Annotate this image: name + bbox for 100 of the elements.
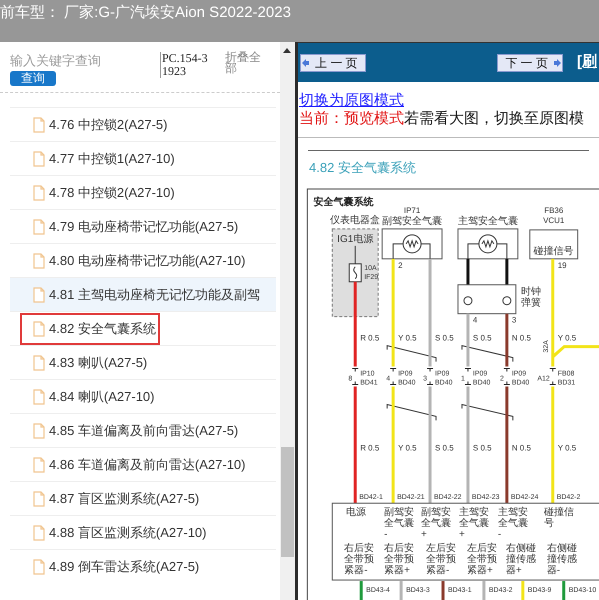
next-page-button[interactable]: 下 一 页 xyxy=(497,54,563,72)
resistor-icon xyxy=(392,234,431,260)
pin-function-label: 右侧碰撞传感器+ xyxy=(506,543,536,576)
wire-label: S 0.5 xyxy=(435,334,454,343)
document-icon xyxy=(33,354,45,370)
signal-label: 碰撞信号 xyxy=(534,246,574,257)
pin-function-label: 右后安全带预紧器+ xyxy=(384,543,414,576)
pin-function-label: 电源 xyxy=(346,507,366,518)
pin-function-label: 右后安全带预紧器- xyxy=(344,543,374,576)
resistor-icon xyxy=(467,234,508,260)
pin-number: 2 xyxy=(398,260,403,270)
module-code: FB36 xyxy=(544,206,564,215)
document-icon xyxy=(33,524,45,540)
tree-item-label: 4.76 中控锁2(A27-5) xyxy=(49,116,168,134)
pin-number: 4 xyxy=(472,316,478,325)
tree-item[interactable]: 4.79 电动座椅带记忆功能(A27-5) xyxy=(10,209,276,243)
tree-item-label: 4.88 盲区监测系统(A27-10) xyxy=(49,524,206,542)
tree-item-label: 4.84 喇叭(A27-10) xyxy=(49,388,154,406)
document-icon xyxy=(33,320,45,336)
collapse-all-button[interactable]: 折叠全部 xyxy=(225,52,265,74)
scroll-up-icon[interactable] xyxy=(283,48,291,53)
current-model-title: 前车型： 厂家:G-广汽埃安Aion S2022-2023 xyxy=(0,3,291,23)
document-icon xyxy=(33,150,45,166)
wire-label: Y 0.5 xyxy=(398,443,417,452)
twisted-pair-mark xyxy=(461,344,514,362)
document-icon xyxy=(33,456,45,472)
tree-item[interactable]: 4.83 喇叭(A27-5) xyxy=(10,345,276,379)
tree-item-label: 4.81 主驾电动座椅无记忆功能及副驾 xyxy=(49,286,260,304)
wire-label: S 0.5 xyxy=(472,443,492,452)
pin-function-label: 副驾安全气囊- xyxy=(384,507,414,540)
wire-label: R 0.5 xyxy=(360,334,380,343)
tree-item-label: 4.86 车道偏离及前向雷达(A27-10) xyxy=(49,456,246,474)
fuse-icon xyxy=(348,245,362,282)
wire-label: S 0.5 xyxy=(472,334,492,343)
tree-item-label: 4.79 电动座椅带记忆功能(A27-5) xyxy=(49,218,238,236)
twisted-pair-mark xyxy=(386,404,437,421)
pin-function-label: 碰撞信号 xyxy=(544,507,574,530)
mode-hint: 若需看大图，切换至原图模 xyxy=(404,110,584,128)
tree-item[interactable]: 4.76 中控锁2(A27-5) xyxy=(10,107,276,141)
pin-number: 19 xyxy=(558,260,567,270)
document-icon xyxy=(33,490,45,506)
wire-label: N 0.5 xyxy=(512,443,531,452)
ecu-module-box xyxy=(529,229,578,260)
refresh-link[interactable]: [刷 xyxy=(577,51,597,74)
document-icon xyxy=(33,422,45,438)
module-code: VCU1 xyxy=(543,216,564,225)
tree-item[interactable]: 4.86 车道偏离及前向雷达(A27-10) xyxy=(10,447,276,481)
module-label: 时钟弹簧 xyxy=(520,286,541,309)
tree-item-label: 4.83 喇叭(A27-5) xyxy=(49,354,148,372)
mode-status: 当前：预览模式 xyxy=(299,110,404,128)
tree-item[interactable]: 4.81 主驾电动座椅无记忆功能及副驾 xyxy=(10,277,276,311)
tree-item-label: 4.78 中控锁2(A27-10) xyxy=(49,184,175,202)
tree-item-label: 4.87 盲区监测系统(A27-5) xyxy=(49,490,200,508)
tree-item-label: 4.82 安全气囊系统 xyxy=(49,320,156,338)
connector-icon xyxy=(503,368,510,386)
previous-page-button[interactable]: 上 一 页 xyxy=(300,54,366,72)
pin-function-label: 右侧碰撞传感器- xyxy=(546,543,577,576)
scrollbar-thumb[interactable] xyxy=(281,447,294,557)
tree-item[interactable]: 4.77 中控锁1(A27-10) xyxy=(10,141,276,175)
arrow-left-icon xyxy=(302,58,309,66)
wire-label: Y 0.5 xyxy=(558,443,576,452)
version-code: PC.154-31923 xyxy=(160,52,212,78)
tree-item[interactable]: 4.84 喇叭(A27-10) xyxy=(10,379,276,413)
pin-function-label: 主驾安全气囊+ xyxy=(458,507,489,540)
module-label: 仪表电器盒 xyxy=(330,214,380,226)
document-icon xyxy=(33,116,45,132)
module-code: IP71 xyxy=(404,206,420,215)
twisted-pair-mark xyxy=(461,404,514,421)
tree-item[interactable]: 4.82 安全气囊系统 xyxy=(10,311,276,345)
document-icon xyxy=(33,252,45,268)
wire-label: S 0.5 xyxy=(435,443,454,452)
wire-label: Y 0.5 xyxy=(398,334,417,343)
pin-number: 3 xyxy=(512,316,516,325)
original-mode-link[interactable]: 切换为原图模式 xyxy=(299,92,404,110)
diagram-title: 安全气囊系统 xyxy=(313,196,374,208)
document-icon xyxy=(33,286,45,302)
connector-icon xyxy=(464,368,472,386)
document-icon xyxy=(33,558,45,574)
twisted-pair-mark xyxy=(386,344,437,362)
tree-item-label: 4.80 电动座椅带记忆功能(A27-10) xyxy=(49,252,246,270)
tree-item[interactable]: 4.88 盲区监测系统(A27-10) xyxy=(10,515,276,549)
tree-item[interactable]: 4.78 中控锁2(A27-10) xyxy=(10,175,276,209)
tree-item[interactable]: 4.85 车道偏离及前向雷达(A27-5) xyxy=(10,413,276,447)
wire-label: R 0.5 xyxy=(360,443,380,452)
document-title: 4.82 安全气囊系统 xyxy=(309,158,416,177)
clock-spring-drawing xyxy=(457,258,516,314)
document-icon xyxy=(33,184,45,200)
search-button[interactable]: 查询 xyxy=(10,71,56,86)
tree-item[interactable]: 4.89 倒车雷达系统(A27-5) xyxy=(10,549,276,583)
search-field[interactable]: 输入关键字查询 xyxy=(10,52,150,70)
tree-item-label: 4.77 中控锁1(A27-10) xyxy=(49,150,175,168)
tree-item-label: 4.85 车道偏离及前向雷达(A27-5) xyxy=(49,422,238,440)
module-label: 主驾安全气囊 xyxy=(458,216,518,227)
tree-item-label: 4.89 倒车雷达系统(A27-5) xyxy=(49,558,200,576)
document-icon xyxy=(33,218,45,234)
module-label: 副驾安全气囊 xyxy=(382,216,442,227)
connector-icon xyxy=(390,368,397,386)
arrow-right-icon xyxy=(554,58,561,66)
document-icon xyxy=(33,388,45,404)
tree-item[interactable]: 4.87 盲区监测系统(A27-5) xyxy=(10,481,276,515)
